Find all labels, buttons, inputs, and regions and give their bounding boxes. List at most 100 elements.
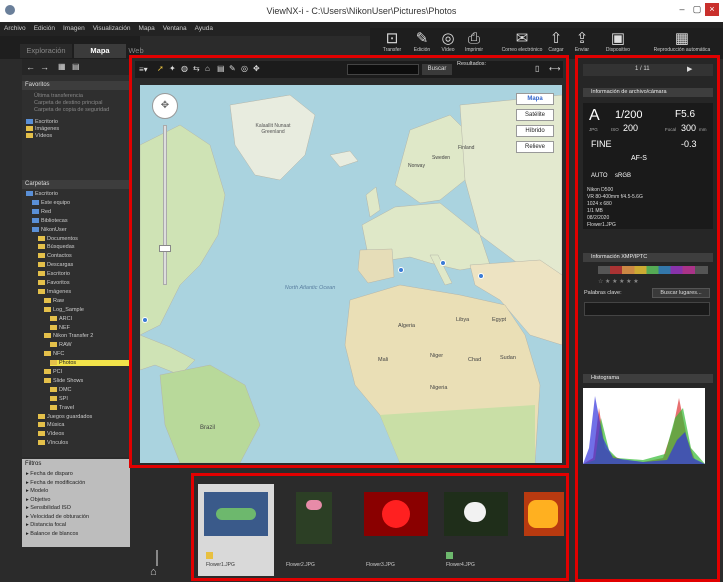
- favorite-item[interactable]: Escritorio: [26, 119, 58, 125]
- folder-tree-item[interactable]: Imágenes: [38, 289, 71, 295]
- thumbnail[interactable]: Flower3.JPG: [358, 484, 434, 576]
- favorite-item[interactable]: Vídeos: [26, 133, 52, 139]
- tab-map[interactable]: Mapa: [74, 44, 126, 58]
- menu-view[interactable]: Visualización: [89, 22, 135, 32]
- folder-tree-item[interactable]: Este equipo: [32, 200, 70, 206]
- map-pan-control[interactable]: ✥: [152, 93, 178, 119]
- filter-item[interactable]: ▸ Modelo: [26, 488, 48, 494]
- menu-edit[interactable]: Edición: [30, 22, 59, 32]
- map-options-icon[interactable]: ▯: [535, 64, 539, 73]
- close-button[interactable]: ×: [705, 3, 719, 16]
- folder-tree-item[interactable]: Raw: [44, 298, 64, 304]
- track-icon[interactable]: ⌂: [205, 64, 210, 73]
- tool-icon[interactable]: ✎: [229, 64, 236, 73]
- folder-tree-item[interactable]: SPI: [50, 396, 68, 402]
- thumbnail[interactable]: [518, 484, 566, 576]
- map-type-map[interactable]: Mapa: [516, 93, 554, 105]
- folder-tree-item[interactable]: Descargas: [38, 262, 73, 268]
- favorites-header[interactable]: Favoritos: [22, 81, 130, 90]
- filter-item[interactable]: ▸ Distancia focal: [26, 522, 66, 528]
- folder-tree-item[interactable]: Documentos: [38, 236, 78, 242]
- map-settings-icon[interactable]: ⟷: [549, 64, 560, 73]
- filter-item[interactable]: ▸ Fecha de disparo: [26, 471, 73, 477]
- folder-tree-item[interactable]: Vínculos: [38, 440, 68, 446]
- compass-icon[interactable]: ◎: [241, 64, 248, 73]
- world-map[interactable]: Kalaallit Nunaat Greenland North Atlanti…: [140, 85, 562, 463]
- search-button[interactable]: Buscar: [422, 64, 452, 75]
- toolbar-upload[interactable]: ⇧ Cargar: [542, 31, 570, 54]
- folder-tree-item[interactable]: Juegos guardados: [38, 414, 92, 420]
- folder-tree-item[interactable]: NikonUser: [32, 227, 67, 233]
- folder-tree-item[interactable]: Photos: [50, 360, 130, 367]
- map-marker[interactable]: [440, 260, 446, 266]
- folder-tree-item[interactable]: Vídeos: [38, 431, 64, 437]
- folder-tree-item[interactable]: Búsquedas: [38, 244, 75, 250]
- thumbnail[interactable]: Flower1.JPG: [198, 484, 274, 576]
- toolbar-slideshow[interactable]: ▦ Reproducción automática: [646, 31, 718, 54]
- file-info-header[interactable]: Información de archivo/cámara: [583, 88, 713, 97]
- toolbar-device[interactable]: ▣ Dispositivo: [596, 31, 640, 54]
- folder-tree-item[interactable]: Bibliotecas: [32, 218, 68, 224]
- route-icon[interactable]: ⇆: [193, 64, 200, 73]
- globe-icon[interactable]: ◍: [181, 64, 188, 73]
- map-marker[interactable]: [142, 317, 148, 323]
- favorite-item[interactable]: Carpeta de destino principal: [34, 100, 103, 106]
- map-marker[interactable]: [398, 267, 404, 273]
- pin-icon[interactable]: ✦: [169, 64, 176, 73]
- thumbnail[interactable]: Flower2.JPG: [278, 484, 354, 576]
- folder-tree-item[interactable]: Travel: [50, 405, 74, 411]
- folder-tree-item[interactable]: Slide Shows: [44, 378, 83, 384]
- folder-tree-item[interactable]: Música: [38, 422, 64, 428]
- favorite-item[interactable]: Imágenes: [26, 126, 59, 132]
- search-input[interactable]: [347, 64, 419, 75]
- menu-file[interactable]: Archivo: [0, 22, 30, 32]
- folder-tree-item[interactable]: NEF: [50, 325, 70, 331]
- filter-item[interactable]: ▸ Fecha de modificación: [26, 480, 85, 486]
- home-icon[interactable]: ⌂: [150, 566, 157, 578]
- map-type-satellite[interactable]: Satélite: [516, 109, 554, 121]
- tab-explore[interactable]: Exploración: [20, 44, 72, 58]
- filters-header[interactable]: Filtros: [25, 461, 41, 467]
- select-tool-icon[interactable]: ➚: [157, 64, 164, 73]
- folder-tree-item[interactable]: PCI: [44, 369, 62, 375]
- map-type-hybrid[interactable]: Híbrido: [516, 125, 554, 137]
- filter-item[interactable]: ▸ Velocidad de obturación: [26, 514, 89, 520]
- forward-arrow-icon[interactable]: →: [40, 62, 49, 72]
- filter-item[interactable]: ▸ Objetivo: [26, 497, 50, 503]
- search-place-button[interactable]: Buscar lugares...: [652, 288, 710, 298]
- toolbar-print[interactable]: ⎙ Imprimir: [456, 31, 492, 54]
- favorite-item[interactable]: Carpeta de copia de seguridad: [34, 107, 109, 113]
- filter-item[interactable]: ▸ Sensibilidad ISO: [26, 505, 71, 511]
- menu-window[interactable]: Ventana: [159, 22, 191, 32]
- folder-tree-item[interactable]: DMC: [50, 387, 72, 393]
- minimize-button[interactable]: –: [675, 3, 689, 16]
- maximize-button[interactable]: ▢: [690, 3, 704, 16]
- filter-item[interactable]: ▸ Balance de blancos: [26, 531, 78, 537]
- folder-tree-item[interactable]: Favoritos: [38, 280, 70, 286]
- layers-icon[interactable]: ≡▾: [139, 65, 148, 74]
- grid-view-icon[interactable]: ▦: [58, 62, 66, 71]
- folder-tree-item[interactable]: NFC: [44, 351, 64, 357]
- favorite-item[interactable]: Última transferencia: [34, 93, 83, 99]
- folder-tree-item[interactable]: Contactos: [38, 253, 72, 259]
- zoom-slider[interactable]: [163, 125, 167, 285]
- folder-tree-item[interactable]: Red: [32, 209, 51, 215]
- map-marker[interactable]: [478, 273, 484, 279]
- thumbnail[interactable]: Flower4.JPG: [438, 484, 514, 576]
- folders-header[interactable]: Carpetas: [22, 180, 130, 189]
- toolbar-send[interactable]: ⇪ Enviar: [568, 31, 596, 54]
- panel-options-icon[interactable]: ▤: [72, 62, 80, 71]
- next-page-icon[interactable]: ▶: [687, 65, 692, 73]
- keywords-field[interactable]: [584, 302, 710, 316]
- direction-icon[interactable]: ✥: [253, 64, 260, 73]
- xmp-header[interactable]: Información XMP/IPTC: [583, 253, 713, 262]
- map-type-terrain[interactable]: Relieve: [516, 141, 554, 153]
- folder-tree-item[interactable]: RAW: [50, 342, 72, 348]
- back-arrow-icon[interactable]: ←: [26, 62, 35, 72]
- histogram-header[interactable]: Histograma: [583, 374, 713, 383]
- menu-help[interactable]: Ayuda: [191, 22, 217, 32]
- folder-tree-item[interactable]: ARCI: [50, 316, 72, 322]
- label-swatches[interactable]: [598, 266, 708, 274]
- menu-map[interactable]: Mapa: [135, 22, 159, 32]
- rating-stars[interactable]: ☆ ★ ★ ★ ★ ★: [598, 278, 639, 285]
